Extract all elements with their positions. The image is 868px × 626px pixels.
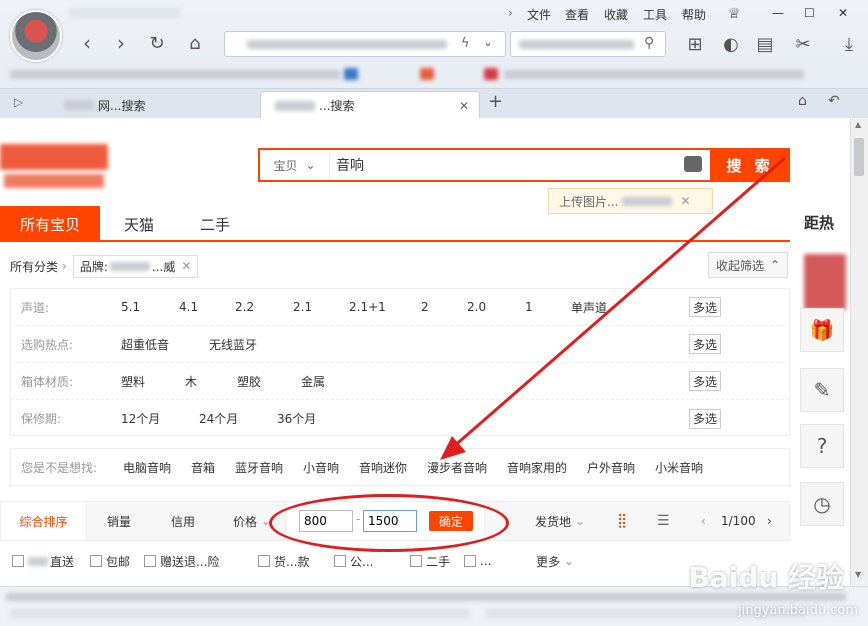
chevron-right-icon[interactable]: › — [508, 6, 513, 20]
user-avatar[interactable] — [10, 10, 62, 62]
restore-tab-icon[interactable]: ⌂ — [798, 93, 807, 109]
extension-icon[interactable]: ◐ — [718, 32, 744, 56]
annotation-arrow — [440, 156, 786, 460]
home-icon[interactable]: ⌂ — [184, 32, 206, 54]
blurred-bookmarks — [10, 70, 340, 79]
bookmark-icon[interactable] — [344, 68, 358, 80]
close-icon[interactable]: ✕ — [838, 6, 848, 20]
refresh-icon[interactable]: ↻ — [146, 32, 168, 54]
scroll-up-icon[interactable]: ▲ — [855, 120, 861, 129]
blurred-search — [519, 40, 634, 49]
browser-chrome: ‹ › ↻ ⌂ ϟ ⌄ ⚲ › 文件 查看 收藏 工具 帮助 ♕ — ☐ ✕ ⊞… — [0, 0, 868, 119]
scrollbar-thumb[interactable] — [854, 138, 864, 176]
apps-icon[interactable]: ⊞ — [682, 32, 708, 56]
forward-icon[interactable]: › — [110, 31, 132, 55]
menu-file[interactable]: 文件 — [527, 6, 551, 23]
menu-favorites[interactable]: 收藏 — [604, 6, 628, 23]
scissors-icon[interactable]: ✂ — [790, 32, 816, 56]
blurred-bookmarks — [504, 70, 804, 79]
back-icon[interactable]: ‹ — [76, 31, 98, 55]
browser-search-box[interactable]: ⚲ — [510, 31, 666, 57]
baidu-watermark: Baidu 经验 — [688, 561, 844, 594]
tab-close-icon[interactable]: ✕ — [459, 99, 469, 113]
blurred-status — [10, 609, 470, 618]
shirt-icon[interactable]: ♕ — [728, 6, 741, 22]
tab-2-label: ...搜索 — [319, 99, 355, 113]
menu-tools[interactable]: 工具 — [643, 6, 667, 23]
blurred-tab-favicon — [64, 100, 94, 110]
maximize-icon[interactable]: ☐ — [804, 6, 815, 20]
bookmarks-bar — [0, 62, 868, 86]
undo-icon[interactable]: ↶ — [828, 93, 840, 109]
scrollbar[interactable]: ▲ ▼ — [850, 118, 868, 586]
minimize-icon[interactable]: — — [772, 6, 784, 20]
menu-help[interactable]: 帮助 — [682, 6, 706, 23]
reader-icon[interactable]: ▤ — [752, 32, 778, 56]
tab-2[interactable]: ...搜索 ✕ — [260, 91, 480, 119]
scroll-down-icon[interactable]: ▼ — [855, 570, 861, 579]
tab-bar: ▷ 网...搜索 ...搜索 ✕ + ⌂ ↶ — [0, 88, 868, 119]
chevron-down-icon[interactable]: ⌄ — [483, 35, 493, 49]
tab-1[interactable]: 网...搜索 — [44, 91, 254, 119]
bookmark-icon[interactable] — [420, 68, 434, 80]
baidu-watermark-url: jingyan.baidu.com — [738, 603, 858, 618]
blurred-url — [247, 40, 447, 49]
address-bar[interactable]: ϟ ⌄ — [224, 31, 506, 57]
sidebar-toggle-icon[interactable]: ▷ — [14, 95, 23, 109]
blurred-tab-favicon — [275, 100, 315, 111]
download-icon[interactable]: ⤓ — [836, 32, 862, 56]
tab-1-label: 网...搜索 — [98, 98, 146, 113]
web-page: 宝贝 ⌄ 搜 索 上传图片... ✕ 所有宝贝 天猫 二手 距热 所有分类 › … — [0, 118, 850, 586]
blurred-title — [70, 8, 180, 18]
search-icon[interactable]: ⚲ — [644, 35, 654, 51]
new-tab-icon[interactable]: + — [488, 91, 503, 112]
menu-view[interactable]: 查看 — [565, 6, 589, 23]
bookmark-icon[interactable] — [484, 68, 498, 80]
lightning-icon[interactable]: ϟ — [461, 36, 470, 51]
